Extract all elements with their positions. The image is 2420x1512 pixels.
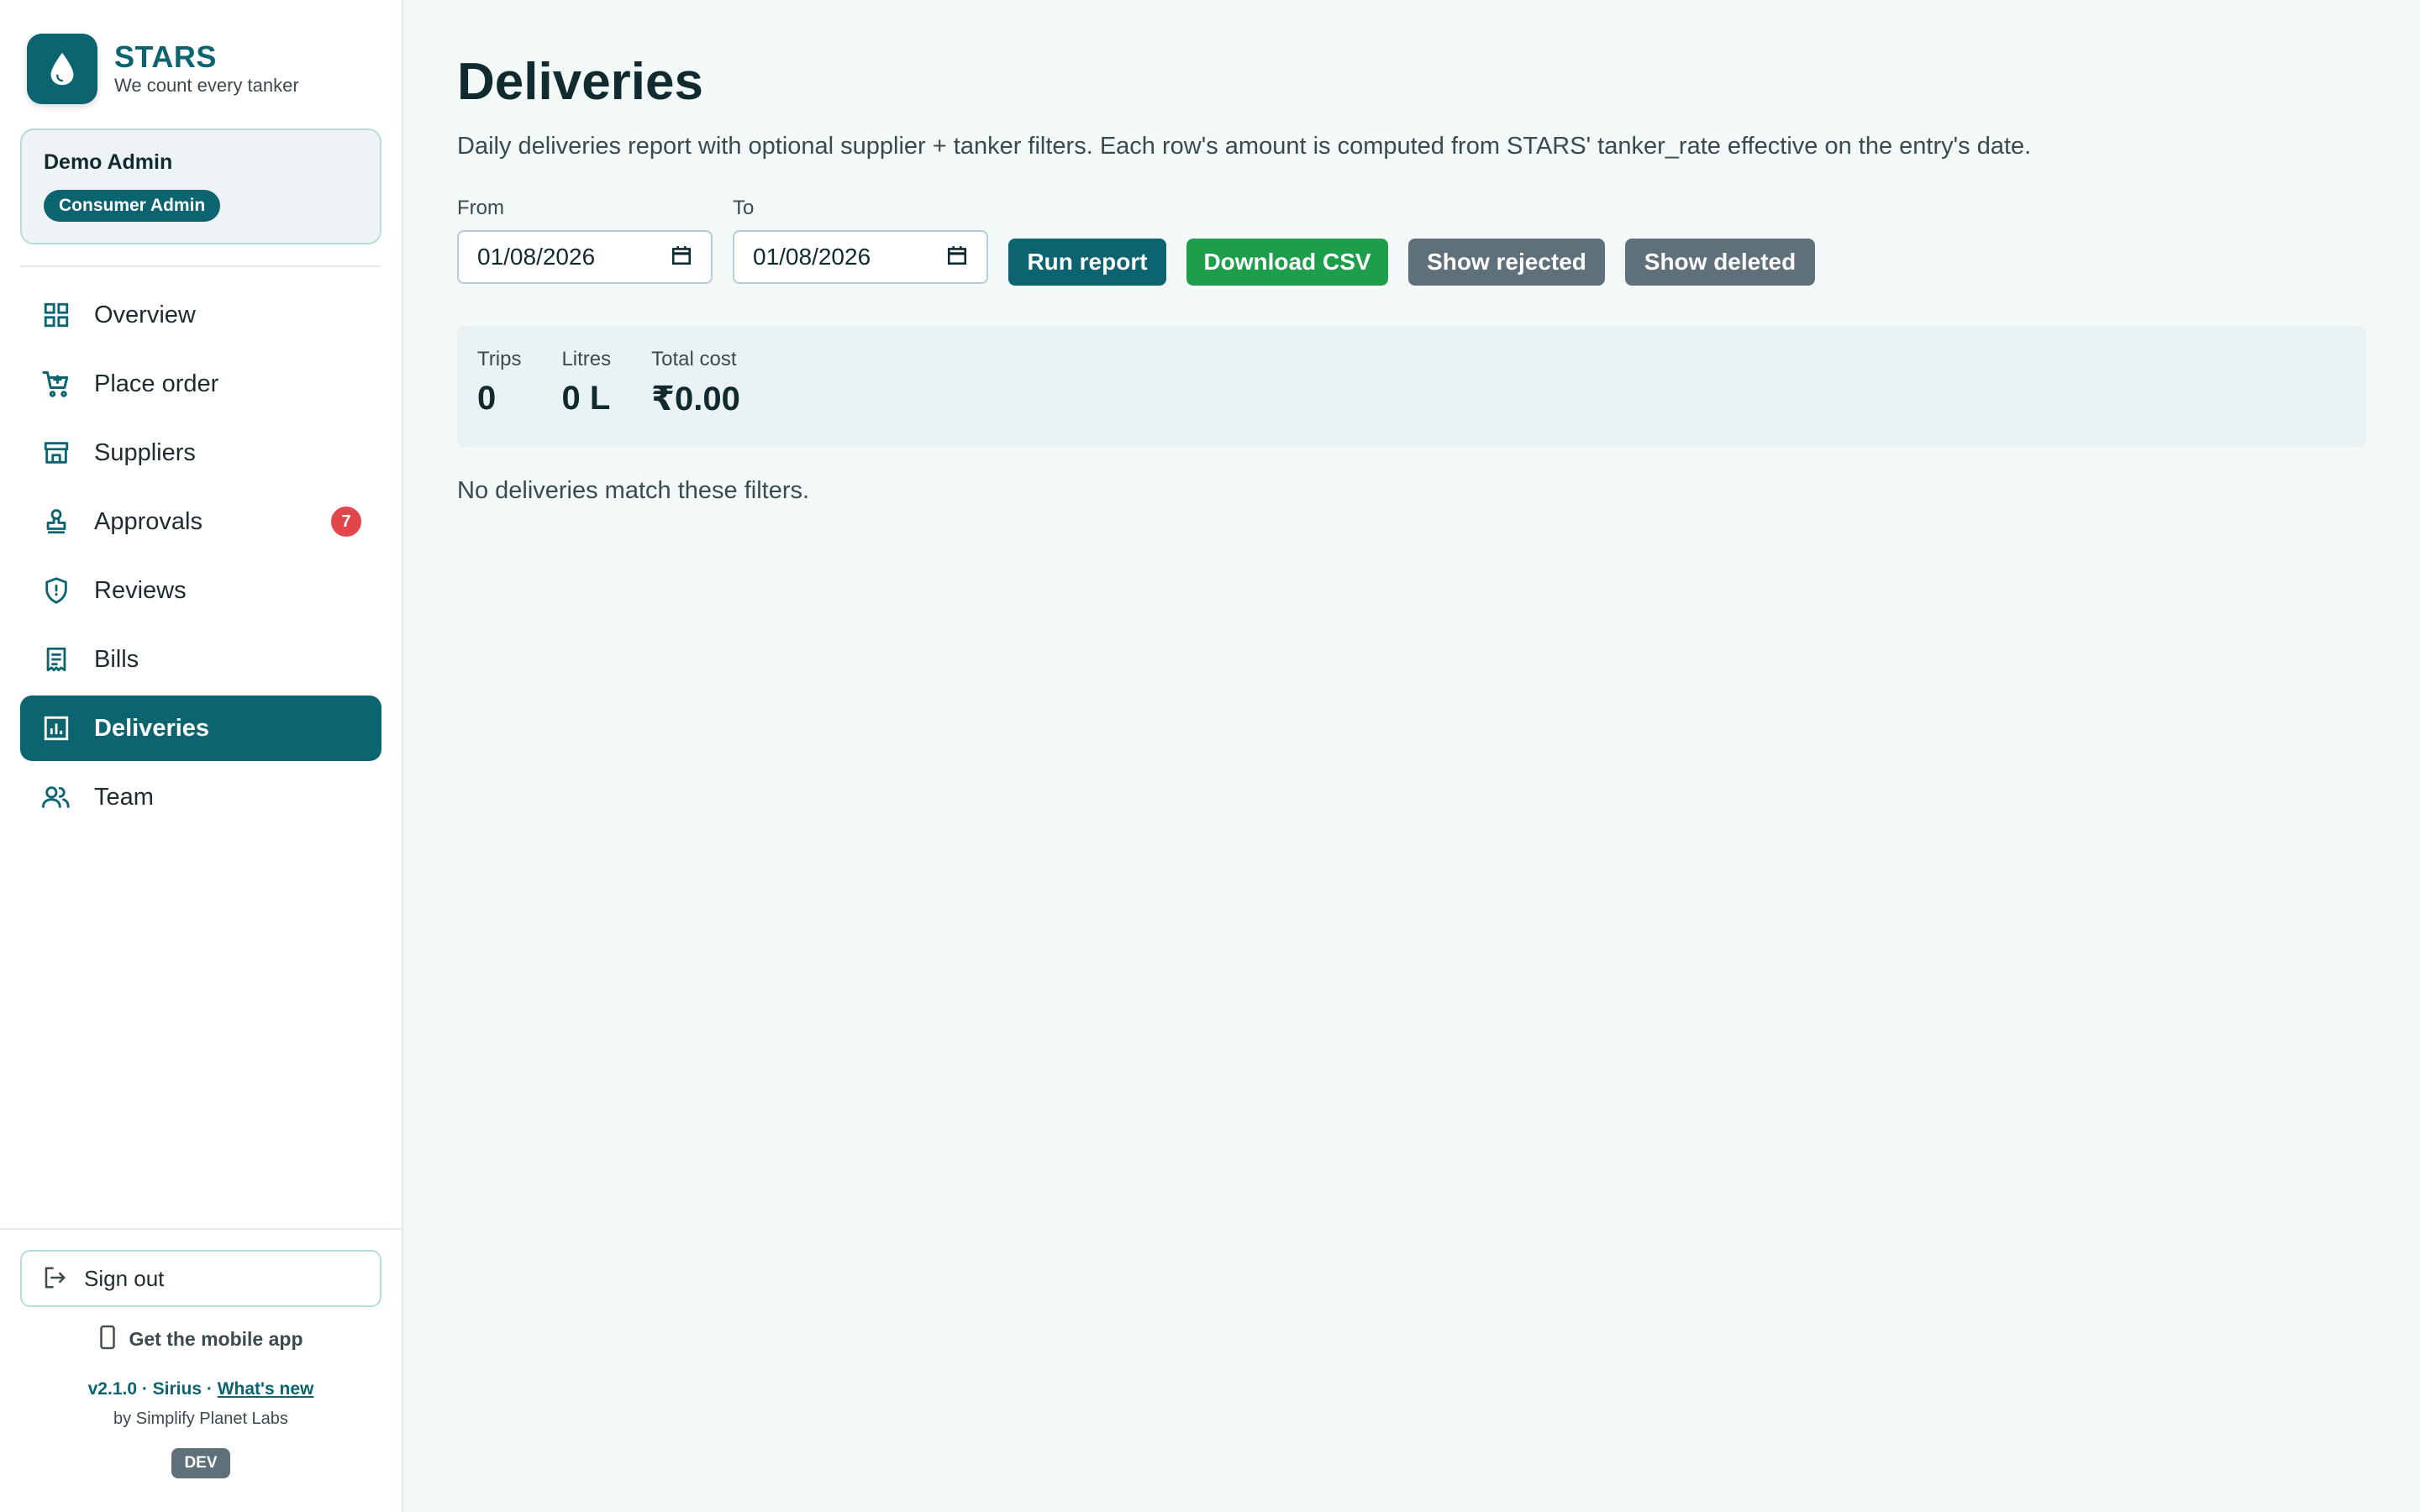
logout-icon [42, 1265, 67, 1293]
to-date-input[interactable]: 01/08/2026 [733, 230, 988, 284]
sidebar-nav: Overview Place order Suppliers Approvals… [20, 282, 381, 833]
page-title: Deliveries [457, 53, 703, 111]
stamp-icon [40, 506, 72, 538]
total-cost-value: ₹0.00 [651, 381, 740, 417]
total-cost-stat: Total cost ₹0.00 [651, 348, 740, 425]
brand-name: STARS [114, 39, 217, 74]
phone-icon [98, 1325, 117, 1354]
sidebar-item-label: Deliveries [94, 714, 210, 742]
whats-new-link[interactable]: What's new [218, 1379, 314, 1399]
sidebar-item-place-order[interactable]: Place order [20, 351, 381, 417]
environment-badge: DEV [171, 1448, 230, 1478]
people-icon [40, 781, 72, 813]
sidebar-item-deliveries[interactable]: Deliveries [20, 696, 381, 761]
sidebar-item-label: Place order [94, 370, 219, 397]
to-field: To 01/08/2026 [733, 197, 988, 284]
empty-state-message: No deliveries match these filters. [457, 477, 810, 504]
litres-stat: Litres 0 L [561, 348, 611, 425]
sign-out-button[interactable]: Sign out [20, 1250, 381, 1307]
shield-icon [40, 575, 72, 606]
version-text: v2.1.0 · Sirius · [87, 1379, 218, 1399]
sidebar-item-reviews[interactable]: Reviews [20, 558, 381, 623]
page-description: Daily deliveries report with optional su… [457, 133, 2032, 160]
divider [20, 265, 381, 267]
total-cost-label: Total cost [651, 348, 737, 370]
from-field: From 01/08/2026 [457, 197, 713, 284]
sidebar-item-label: Approvals [94, 507, 203, 535]
mobile-app-link[interactable]: Get the mobile app [20, 1322, 381, 1356]
from-label: From [457, 197, 504, 219]
divider [0, 1228, 403, 1230]
show-rejected-button[interactable]: Show rejected [1408, 239, 1605, 286]
trips-stat: Trips 0 [477, 348, 521, 425]
sidebar-item-label: Bills [94, 645, 139, 673]
from-date-input[interactable]: 01/08/2026 [457, 230, 713, 284]
sidebar-item-label: Overview [94, 301, 196, 328]
brand-tagline: We count every tanker [114, 75, 299, 96]
run-report-button[interactable]: Run report [1008, 239, 1166, 286]
version-info: v2.1.0 · Sirius · What's new [20, 1379, 381, 1399]
sidebar-item-team[interactable]: Team [20, 764, 381, 830]
water-drop-icon [27, 34, 97, 104]
summary-panel: Trips 0 Litres 0 L Total cost ₹0.00 [457, 326, 2366, 447]
role-badge: Consumer Admin [44, 190, 221, 222]
brand[interactable]: STARS We count every tanker [27, 34, 299, 104]
calendar-icon[interactable] [671, 244, 692, 270]
sidebar-item-label: Team [94, 783, 154, 811]
show-deleted-button[interactable]: Show deleted [1625, 239, 1815, 286]
litres-value: 0 L [561, 380, 611, 417]
cart-icon [40, 368, 72, 400]
to-date-value: 01/08/2026 [753, 244, 871, 270]
sign-out-label: Sign out [84, 1265, 165, 1291]
bar-chart-icon [40, 712, 72, 744]
receipt-icon [40, 643, 72, 675]
sidebar-item-overview[interactable]: Overview [20, 282, 381, 348]
sidebar-item-label: Reviews [94, 576, 187, 604]
from-date-value: 01/08/2026 [477, 244, 596, 270]
sidebar-item-bills[interactable]: Bills [20, 627, 381, 692]
user-name: Demo Admin [44, 150, 173, 174]
trips-value: 0 [477, 380, 497, 417]
sidebar: STARS We count every tanker Demo Admin C… [0, 0, 403, 1512]
mobile-app-label: Get the mobile app [129, 1327, 303, 1350]
sidebar-item-suppliers[interactable]: Suppliers [20, 420, 381, 486]
sidebar-item-label: Suppliers [94, 438, 196, 466]
store-icon [40, 437, 72, 469]
sidebar-item-approvals[interactable]: Approvals 7 [20, 489, 381, 554]
download-csv-button[interactable]: Download CSV [1186, 239, 1388, 286]
calendar-icon[interactable] [946, 244, 968, 270]
user-card: Demo Admin Consumer Admin [20, 129, 381, 244]
litres-label: Litres [561, 348, 612, 370]
trips-label: Trips [477, 348, 522, 370]
to-label: To [733, 197, 755, 219]
grid-icon [40, 299, 72, 331]
maker-credit: by Simplify Planet Labs [113, 1410, 288, 1428]
approvals-count-badge: 7 [331, 507, 361, 537]
